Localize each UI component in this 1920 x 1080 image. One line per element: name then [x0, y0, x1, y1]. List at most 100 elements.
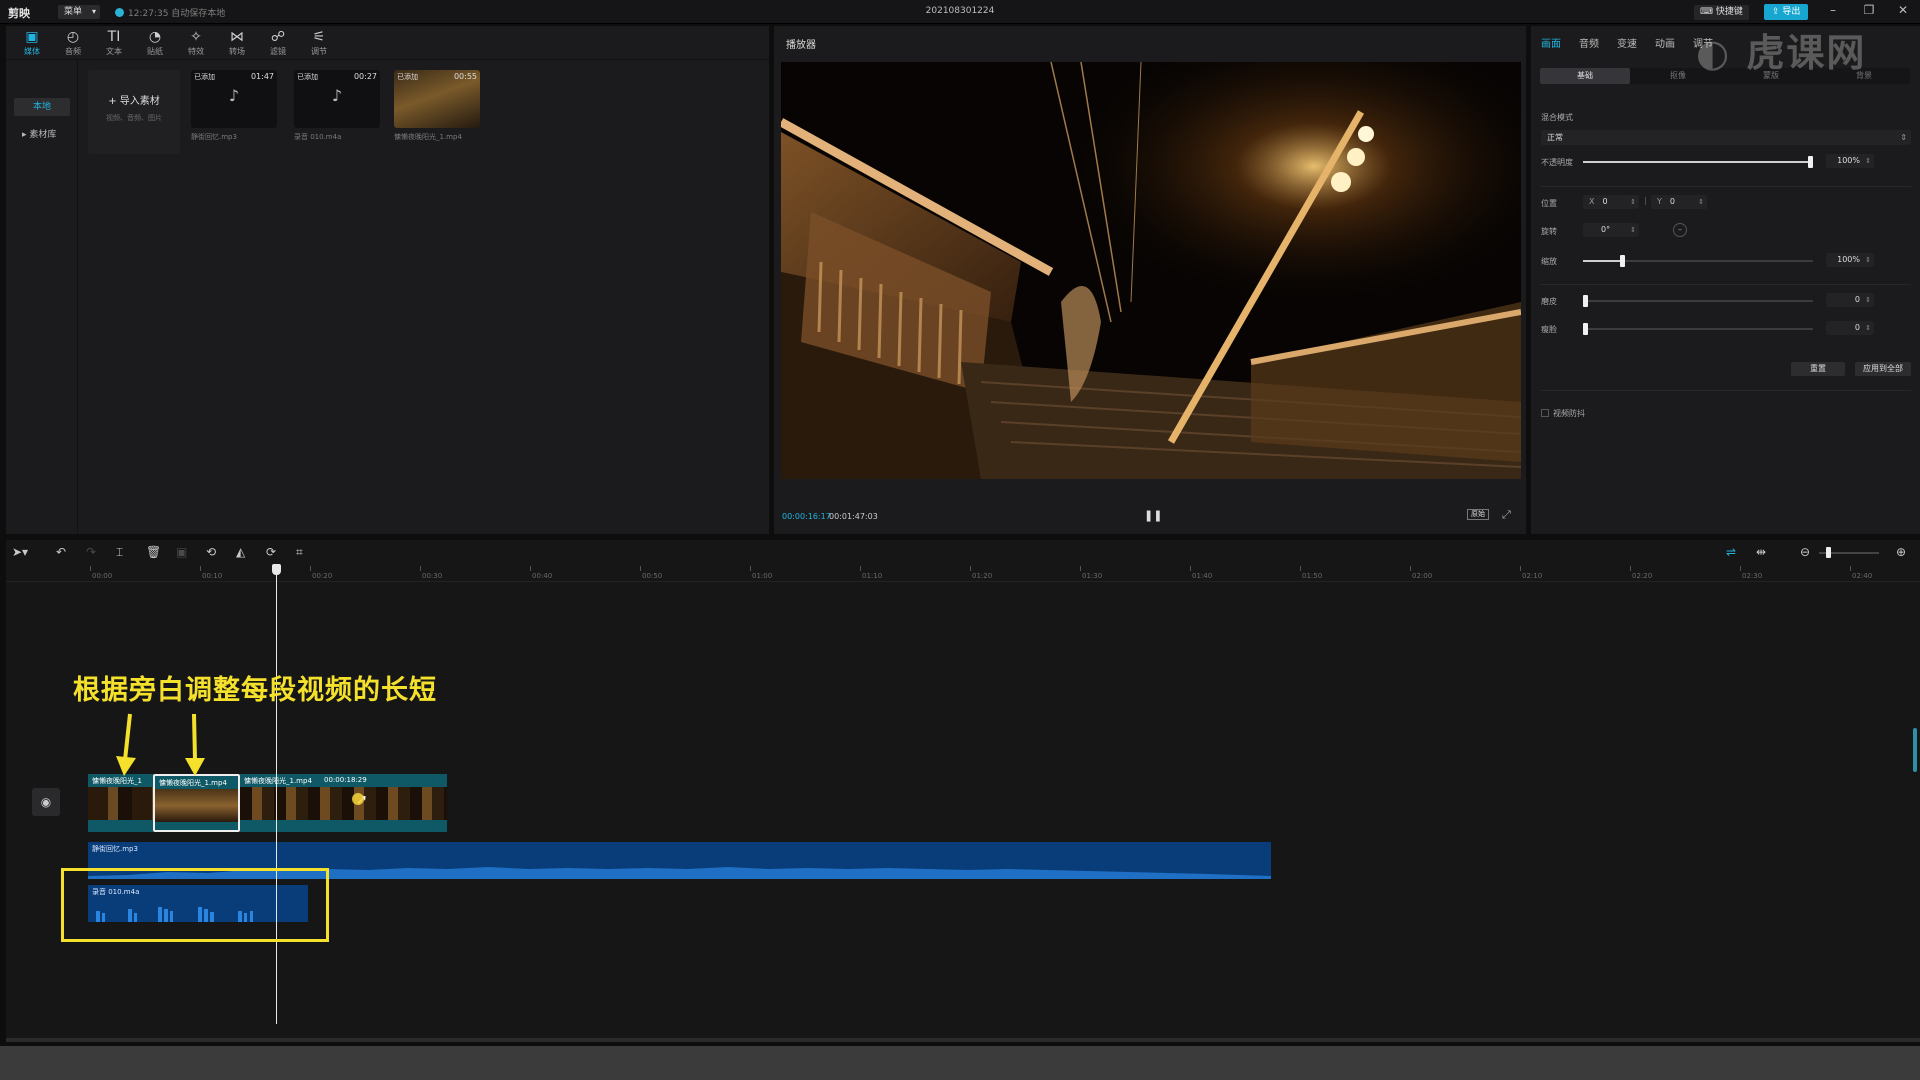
clip-footer	[155, 822, 238, 830]
menu-button[interactable]: 菜单 ▾	[58, 5, 101, 19]
scale-input[interactable]: 100% ⇕	[1826, 253, 1874, 267]
slider-handle[interactable]	[1583, 323, 1588, 335]
sidebar-item-local[interactable]: 本地	[14, 98, 70, 116]
split-icon[interactable]: ⌶	[116, 545, 123, 560]
mirror-icon[interactable]: ◭	[236, 545, 245, 559]
clip-label: 慵懒夜晚阳光_1.mp4	[244, 777, 312, 785]
tab-label: 贴纸	[147, 47, 163, 56]
video-clip-selected[interactable]: 慵懒夜晚阳光_1.mp4	[153, 774, 240, 832]
tab-picture[interactable]: 画面	[1541, 35, 1561, 50]
tab-media[interactable]: ▣ 媒体	[12, 29, 52, 59]
menu-label: 菜单	[64, 7, 83, 17]
freeze-icon[interactable]: ▣	[176, 545, 187, 559]
flip-icon[interactable]: –	[1673, 223, 1687, 237]
reverse-icon[interactable]: ⟲	[206, 545, 216, 559]
position-y-input[interactable]: Y 0 ⇕	[1651, 195, 1707, 209]
vertical-scrollbar[interactable]	[1913, 728, 1917, 772]
clip-thumbnails	[240, 787, 447, 820]
position-x-input[interactable]: X 0 ⇕	[1583, 195, 1639, 209]
minimize-icon[interactable]: –	[1823, 3, 1843, 17]
media-item[interactable]: 已添加 00:55 慵懒夜晚阳光_1.mp4	[394, 70, 480, 154]
media-item[interactable]: 已添加 01:47 ♪ 静街回忆.mp3	[191, 70, 277, 154]
cover-icon: ◉	[40, 795, 52, 809]
added-badge: 已添加	[297, 73, 318, 81]
ruler-tick: 02:40	[1849, 566, 1873, 580]
select-cursor-icon[interactable]: ➤▾	[12, 545, 28, 559]
rotate-input[interactable]: 0° ⇕	[1583, 223, 1639, 237]
properties-panel: 画面 音频 变速 动画 调节 基础 抠像 蒙版 背景 混合模式 正常 ⇕ 不透明度…	[1531, 26, 1920, 534]
tab-sticker[interactable]: ◔ 贴纸	[135, 29, 175, 59]
watermark-text: 虎课网	[1746, 31, 1867, 75]
zoom-handle[interactable]	[1826, 547, 1831, 558]
track-cover-button[interactable]: ◉	[32, 788, 60, 816]
horizontal-scrollbar[interactable]	[6, 1038, 1920, 1042]
stepper-icon: ⇕	[1698, 198, 1704, 206]
zoom-out-icon[interactable]: ⊖	[1800, 545, 1810, 559]
clip-label: 慵懒夜晚阳光_1	[92, 777, 142, 785]
slider-handle[interactable]	[1583, 295, 1588, 307]
delete-icon[interactable]: 🗑	[146, 545, 161, 559]
link-icon[interactable]: ⇹	[1756, 545, 1766, 559]
clip-thumbnails	[155, 789, 238, 822]
time-ruler[interactable]: 00:00 00:10 00:20 00:30 00:40 00:50 01:0…	[6, 564, 1920, 582]
tab-label: 转场	[229, 47, 245, 56]
smoothing-input[interactable]: 0 ⇕	[1826, 293, 1874, 307]
sidebar-item-library[interactable]: ▸ 素材库	[14, 126, 70, 144]
close-icon[interactable]: ✕	[1893, 3, 1913, 17]
ruler-tick: 01:20	[969, 566, 993, 580]
aspect-ratio-button[interactable]: 原始	[1467, 509, 1489, 520]
tab-audio-props[interactable]: 音频	[1579, 35, 1599, 50]
pause-icon[interactable]: ❚❚	[1144, 509, 1162, 522]
stabilize-checkbox[interactable]: 视频防抖	[1541, 408, 1585, 419]
reset-button[interactable]: 重置	[1791, 362, 1845, 376]
zoom-in-icon[interactable]: ⊕	[1896, 545, 1906, 559]
slim-face-label: 瘦脸	[1541, 325, 1557, 334]
slider-handle[interactable]	[1620, 255, 1625, 267]
video-clip[interactable]: 慵懒夜晚阳光_1.mp4 00:00:18:29	[240, 774, 447, 832]
title-bar: 剪映 菜单 ▾ 12:27:35 自动保存本地 202108301224 ⌨ 快捷…	[0, 0, 1920, 24]
shortcut-button[interactable]: ⌨ 快捷键	[1694, 5, 1749, 20]
rotate-icon[interactable]: ⟳	[266, 545, 276, 559]
undo-icon[interactable]: ↶	[56, 545, 66, 559]
media-item[interactable]: 已添加 00:27 ♪ 录音 010.m4a	[294, 70, 380, 154]
slider-handle[interactable]	[1808, 156, 1813, 168]
apply-all-button[interactable]: 应用到全部	[1855, 362, 1911, 376]
video-preview[interactable]	[781, 62, 1521, 479]
media-panel: ▣ 媒体 ◴ 音频 TI 文本 ◔ 贴纸 ✧ 特效 ⋈ 转场 ☍ 滤镜 ⚟ 调节 本地 ▸ 素材…	[6, 26, 769, 534]
snap-icon[interactable]: ⇌	[1726, 545, 1736, 559]
ruler-tick: 02:00	[1409, 566, 1433, 580]
fullscreen-icon[interactable]: ⤢	[1502, 508, 1511, 522]
timeline-toolbar: ➤▾ ↶ ↷ ⌶ 🗑 ▣ ⟲ ◭ ⟳ ⌗ ⇌ ⇹ ⊖ ⊕	[6, 540, 1920, 564]
slim-face-slider[interactable]	[1583, 323, 1813, 335]
tab-filter[interactable]: ☍ 滤镜	[258, 29, 298, 59]
tab-animation[interactable]: 动画	[1655, 35, 1675, 50]
clip-footer	[240, 820, 447, 832]
opacity-input[interactable]: 100% ⇕	[1826, 154, 1874, 168]
x-label: X	[1589, 197, 1595, 206]
redo-icon[interactable]: ↷	[86, 545, 96, 559]
slider-fill	[1583, 161, 1810, 163]
annotation-arrow-icon	[185, 713, 205, 776]
tab-transition[interactable]: ⋈ 转场	[217, 29, 257, 59]
export-button[interactable]: ⇪ 导出	[1764, 4, 1809, 20]
blend-mode-select[interactable]: 正常 ⇕	[1541, 130, 1911, 145]
smoothing-slider[interactable]	[1583, 295, 1813, 307]
scale-slider[interactable]	[1583, 255, 1813, 267]
slim-face-input[interactable]: 0 ⇕	[1826, 321, 1874, 335]
tab-effects[interactable]: ✧ 特效	[176, 29, 216, 59]
crop-icon[interactable]: ⌗	[296, 545, 303, 560]
ruler-tick: 01:10	[859, 566, 883, 580]
maximize-icon[interactable]: ❐	[1859, 3, 1879, 17]
import-button[interactable]: + 导入素材 视频、音频、图片	[88, 70, 180, 154]
playhead[interactable]	[276, 564, 277, 1024]
tab-speed[interactable]: 变速	[1617, 35, 1637, 50]
divider	[1541, 284, 1911, 285]
tab-audio[interactable]: ◴ 音频	[53, 29, 93, 59]
opacity-label: 不透明度	[1541, 158, 1573, 167]
video-clip[interactable]: 慵懒夜晚阳光_1	[88, 774, 153, 832]
subtab-basic[interactable]: 基础	[1540, 68, 1630, 84]
tab-adjust[interactable]: ⚟ 调节	[299, 29, 339, 59]
opacity-slider[interactable]	[1583, 156, 1813, 168]
playhead-handle[interactable]	[272, 564, 281, 575]
tab-text[interactable]: TI 文本	[94, 29, 134, 59]
